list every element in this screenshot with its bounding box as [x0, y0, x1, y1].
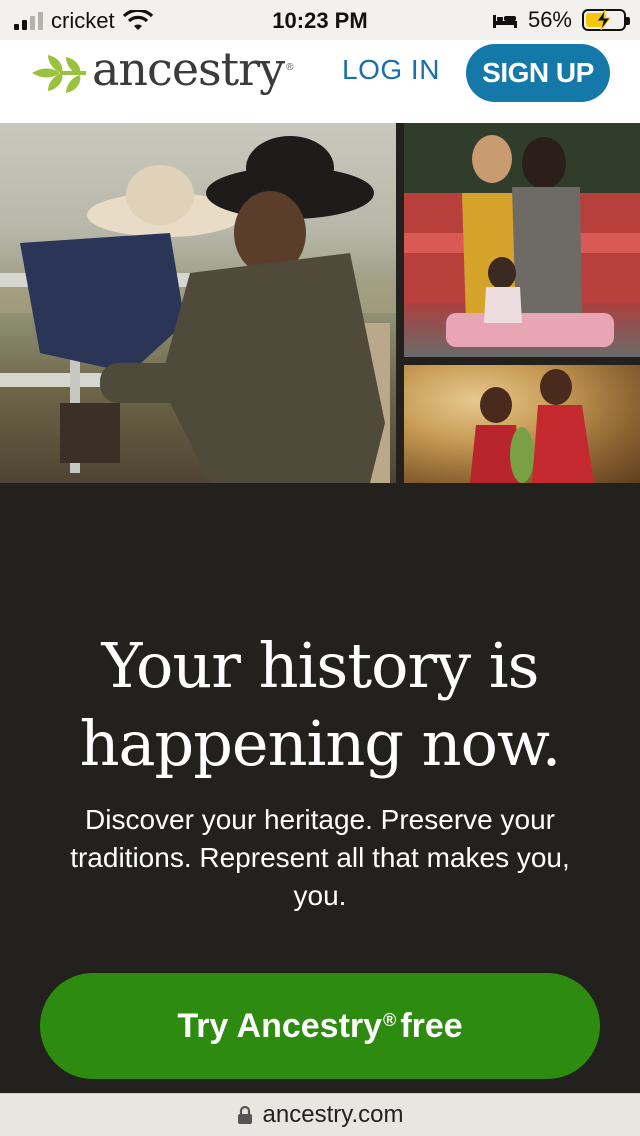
bed-icon — [492, 15, 517, 28]
signup-button[interactable]: SIGN UP — [466, 44, 610, 102]
browser-url-bar[interactable]: ancestry.com — [0, 1093, 640, 1136]
hero-headline-line1: Your history is — [101, 629, 540, 702]
logo-trademark: ® — [286, 62, 294, 73]
cta-registered-mark: ® — [383, 1009, 397, 1030]
hero-subtext: Discover your heritage. Preserve your tr… — [70, 804, 570, 911]
try-ancestry-free-button[interactable]: Try Ancestry ® free — [40, 973, 600, 1079]
hero-photo-cowboys — [0, 123, 396, 483]
login-link[interactable]: LOG IN — [342, 54, 440, 86]
hero-headline: Your history is happening now. — [0, 627, 640, 783]
hero-headline-line2: happening now. — [79, 707, 562, 780]
battery-charging-icon — [582, 9, 630, 31]
cta-label-suffix: free — [400, 1006, 463, 1045]
leaf-logo-icon — [32, 55, 86, 93]
status-right: 56% — [492, 7, 630, 33]
photo-hula-dancers — [404, 365, 640, 483]
site-header: ancestry ® LOG IN SIGN UP — [0, 40, 640, 123]
ancestry-logo[interactable]: ancestry ® — [30, 42, 294, 96]
logo-wordmark: ancestry — [92, 42, 285, 96]
cta-label-prefix: Try Ancestry — [177, 1006, 383, 1045]
lock-icon — [237, 1105, 252, 1124]
url-domain: ancestry.com — [262, 1101, 404, 1128]
battery-percent: 56% — [527, 7, 572, 32]
status-bar: cricket 10:23 PM 56% — [0, 0, 640, 40]
photo-family-lowrider — [404, 123, 640, 357]
hero-section: Your history is happening now. Discover … — [0, 483, 640, 1093]
